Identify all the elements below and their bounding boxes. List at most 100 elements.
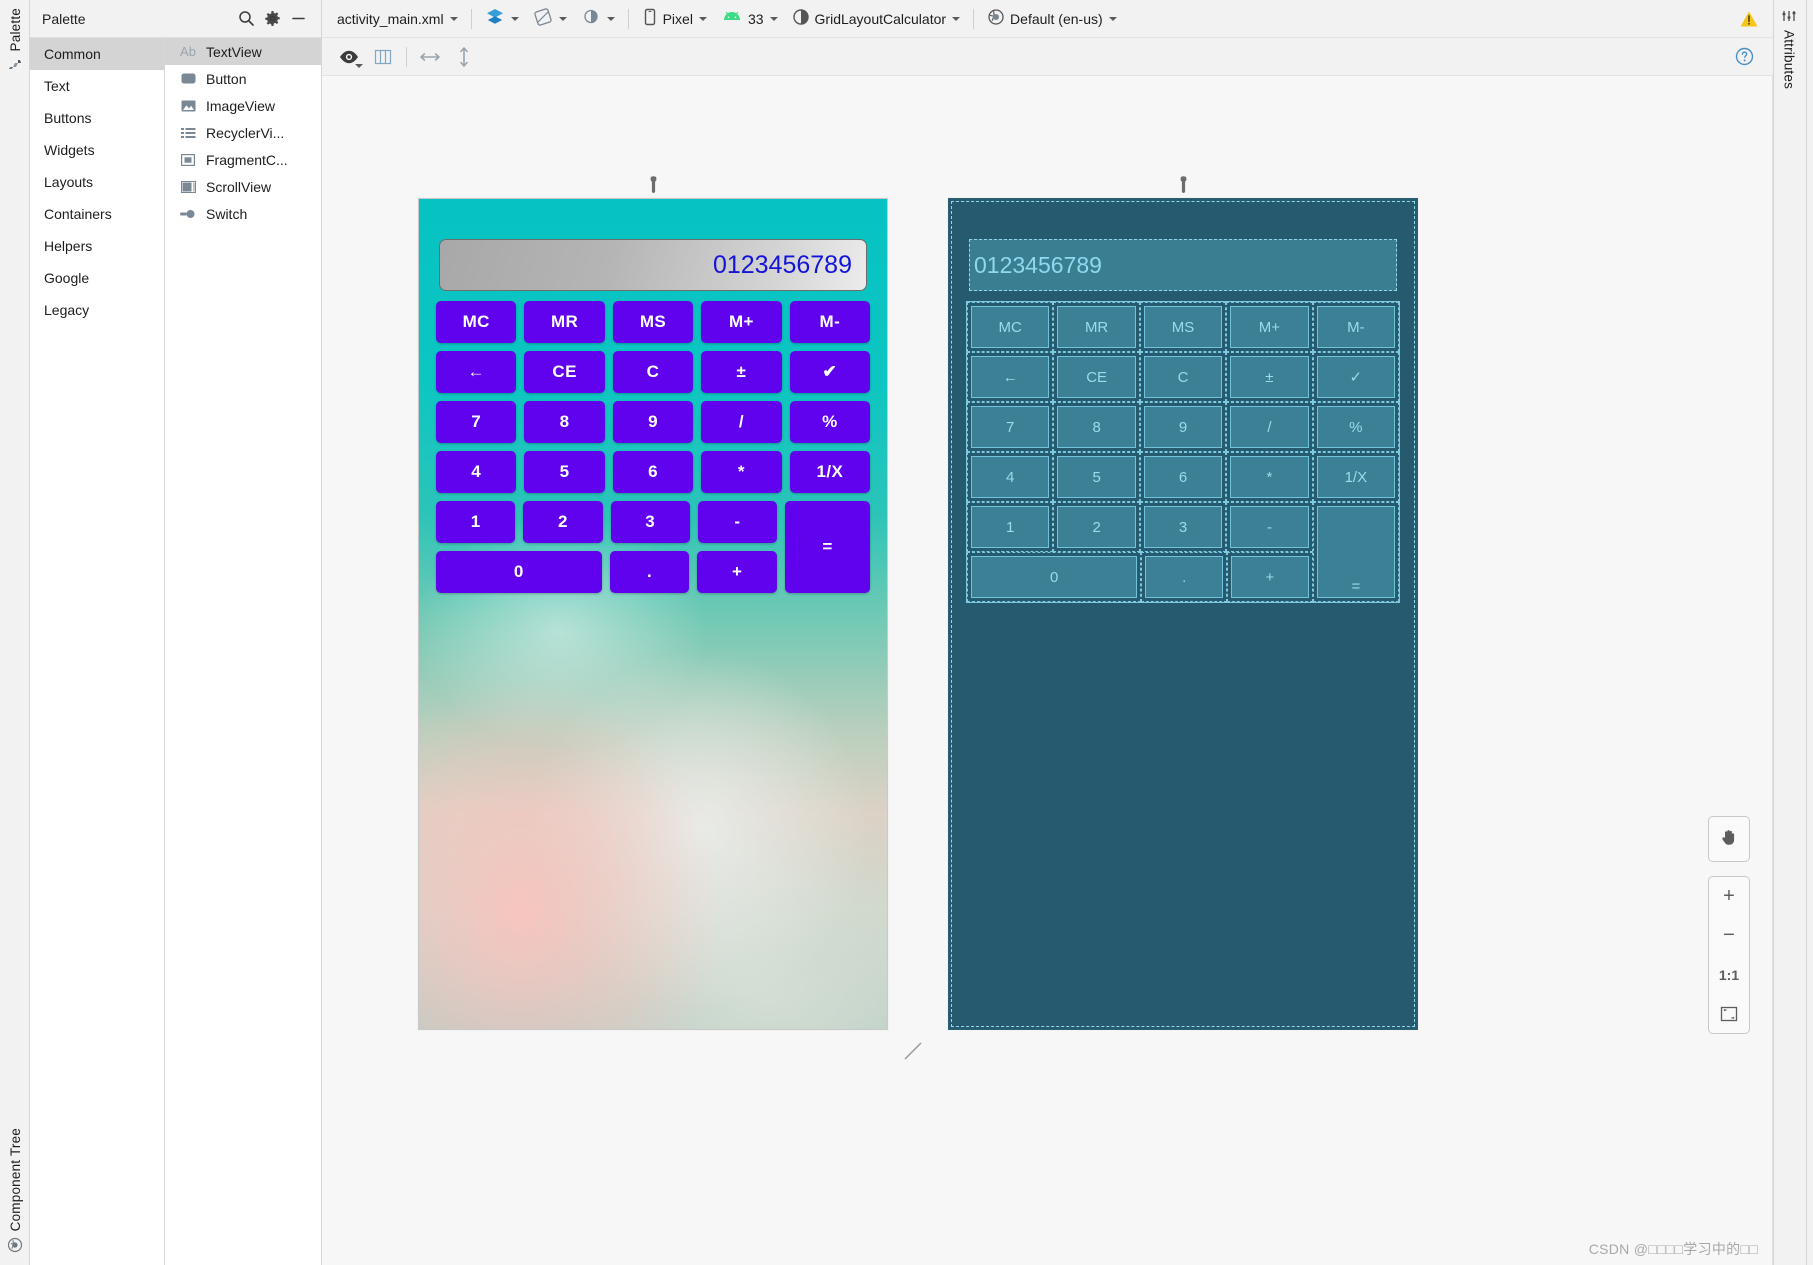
key-9[interactable]: 9 [612,401,694,443]
key-mc[interactable]: MC [436,301,517,343]
blueprint-key-plus[interactable]: + [1227,552,1313,602]
palette-category-widgets[interactable]: Widgets [30,134,164,166]
key-equals[interactable]: = [784,501,870,593]
sidebar-tab-component-tree[interactable]: Component Tree [0,1128,30,1253]
zoom-out-button[interactable]: − [1708,916,1750,955]
blueprint-key-multiply[interactable]: * [1226,452,1313,502]
sidebar-tab-device-file-explorer[interactable]: Device File Explorer [1806,1030,1813,1177]
gear-icon[interactable] [259,6,285,32]
blueprint-phone-frame[interactable]: 0123456789 MC MR MS M+ M- ← CE C ± ✓ 7 8… [948,198,1418,1030]
key-multiply[interactable]: * [701,451,782,493]
key-c[interactable]: C [612,351,694,393]
blueprint-key-minus[interactable]: - [1226,502,1313,552]
blueprint-key-decimal[interactable]: . [1141,552,1228,602]
key-m-plus[interactable]: M+ [701,301,782,343]
palette-category-google[interactable]: Google [30,262,164,294]
palette-item-textview[interactable]: Ab TextView [165,38,321,65]
sidebar-tab-emulator[interactable]: Emulator [1806,840,1813,918]
blueprint-key-plus-minus[interactable]: ± [1226,352,1313,402]
orientation-selector[interactable] [526,4,574,34]
blueprint-columns-icon[interactable] [366,43,400,71]
key-decimal[interactable]: . [609,551,690,593]
design-surface-selector[interactable] [478,4,526,34]
blueprint-key-percent[interactable]: % [1312,402,1400,452]
key-backspace[interactable]: ← [436,351,517,393]
key-1[interactable]: 1 [436,501,516,543]
warning-icon[interactable] [1739,9,1759,29]
file-selector[interactable]: activity_main.xml [330,4,465,34]
minimize-icon[interactable] [285,6,311,32]
blueprint-key-5[interactable]: 5 [1053,452,1140,502]
resize-handle-icon[interactable] [902,1040,924,1062]
blueprint-key-8[interactable]: 8 [1053,402,1140,452]
fit-to-screen-icon[interactable] [1708,994,1750,1033]
blueprint-key-2[interactable]: 2 [1053,502,1140,552]
design-canvas[interactable]: 0123456789 MC MR MS M+ M- ← CE C ± ✔ 7 8… [322,76,1773,1265]
blueprint-key-3[interactable]: 3 [1139,502,1227,552]
hand-icon[interactable] [1708,817,1750,856]
calculator-display[interactable]: 0123456789 [439,239,867,291]
key-6[interactable]: 6 [612,451,694,493]
sidebar-tab-palette[interactable]: Palette [0,8,30,73]
blueprint-key-6[interactable]: 6 [1139,452,1227,502]
key-percent[interactable]: % [789,401,871,443]
blueprint-key-c[interactable]: C [1139,352,1227,402]
help-icon[interactable] [1727,43,1761,71]
palette-item-button[interactable]: Button [165,65,321,92]
blueprint-key-ms[interactable]: MS [1139,302,1227,352]
key-3[interactable]: 3 [610,501,690,543]
palette-item-imageview[interactable]: ImageView [165,92,321,119]
vertical-arrows-icon[interactable] [447,43,481,71]
blueprint-key-1[interactable]: 1 [967,502,1054,552]
palette-category-legacy[interactable]: Legacy [30,294,164,326]
actual-size-button[interactable]: 1:1 [1708,955,1750,994]
key-ms[interactable]: MS [612,301,694,343]
palette-category-helpers[interactable]: Helpers [30,230,164,262]
key-5[interactable]: 5 [524,451,605,493]
sidebar-tab-attributes[interactable]: Attributes [1773,8,1805,89]
palette-category-common[interactable]: Common [30,38,164,70]
zoom-in-button[interactable]: + [1708,877,1750,916]
blueprint-key-mr[interactable]: MR [1053,302,1140,352]
design-phone-frame[interactable]: 0123456789 MC MR MS M+ M- ← CE C ± ✔ 7 8… [418,198,888,1030]
pan-tool-button[interactable] [1708,816,1750,862]
key-minus[interactable]: - [697,501,777,543]
palette-item-fragmentcontainer[interactable]: FragmentC... [165,146,321,173]
blueprint-key-reciprocal[interactable]: 1/X [1312,452,1400,502]
palette-category-containers[interactable]: Containers [30,198,164,230]
key-divide[interactable]: / [701,401,782,443]
key-8[interactable]: 8 [524,401,605,443]
palette-item-scrollview[interactable]: ScrollView [165,173,321,200]
key-reciprocal[interactable]: 1/X [789,451,871,493]
blueprint-key-check[interactable]: ✓ [1312,352,1400,402]
blueprint-key-divide[interactable]: / [1226,402,1313,452]
blueprint-key-equals[interactable]: = [1312,502,1399,602]
key-2[interactable]: 2 [523,501,603,543]
theme-mode-selector[interactable] [574,4,622,34]
horizontal-arrows-icon[interactable] [413,43,447,71]
eye-icon[interactable] [332,43,366,71]
palette-category-text[interactable]: Text [30,70,164,102]
api-level-selector[interactable]: 33 [714,4,785,34]
device-selector[interactable]: Pixel [635,4,714,34]
blueprint-key-m-plus[interactable]: M+ [1226,302,1313,352]
wrench-icon[interactable] [646,175,661,197]
key-check[interactable]: ✔ [789,351,871,393]
key-mr[interactable]: MR [524,301,605,343]
blueprint-key-4[interactable]: 4 [967,452,1054,502]
blueprint-display[interactable]: 0123456789 [969,239,1397,291]
blueprint-key-0[interactable]: 0 [967,552,1142,602]
key-plus[interactable]: + [697,551,777,593]
blueprint-key-9[interactable]: 9 [1139,402,1227,452]
sidebar-tab-layout-validation[interactable]: Layout Validation [1806,220,1813,348]
key-m-minus[interactable]: M- [789,301,871,343]
key-4[interactable]: 4 [436,451,517,493]
blueprint-key-m-minus[interactable]: M- [1312,302,1400,352]
blueprint-key-mc[interactable]: MC [967,302,1054,352]
palette-category-buttons[interactable]: Buttons [30,102,164,134]
sidebar-tab-device-manager[interactable]: Device Manager [1806,10,1813,133]
blueprint-key-backspace[interactable]: ← [967,352,1054,402]
wrench-icon[interactable] [1176,175,1191,197]
key-ce[interactable]: CE [524,351,605,393]
key-7[interactable]: 7 [436,401,517,443]
